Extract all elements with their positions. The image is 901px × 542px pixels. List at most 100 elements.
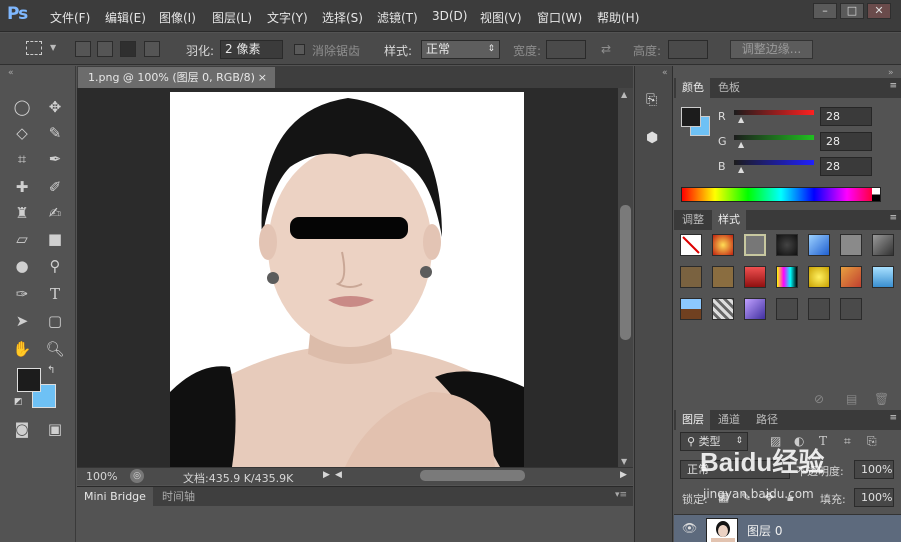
- add-to-selection-icon[interactable]: [97, 41, 113, 57]
- menu-select[interactable]: 选择(S): [322, 9, 363, 26]
- style-swatch[interactable]: [776, 234, 798, 256]
- red-slider-handle[interactable]: ▲: [738, 115, 744, 124]
- scroll-up-icon[interactable]: ▲: [621, 90, 627, 99]
- brush-icon[interactable]: ✐: [42, 176, 68, 198]
- clone-stamp-icon[interactable]: ♜: [9, 202, 35, 224]
- menu-type[interactable]: 文字(Y): [267, 9, 308, 26]
- tab-channels[interactable]: 通道: [712, 410, 746, 430]
- opacity-input[interactable]: 100%: [854, 460, 894, 479]
- minimize-button[interactable]: –: [813, 3, 837, 19]
- filter-type-icon[interactable]: T: [819, 434, 827, 448]
- layer-name[interactable]: 图层 0: [747, 522, 782, 539]
- menu-filter[interactable]: 滤镜(T): [377, 9, 418, 26]
- style-swatch[interactable]: [808, 234, 830, 256]
- default-colors-icon[interactable]: ◩: [14, 397, 23, 407]
- red-slider[interactable]: [734, 110, 814, 115]
- style-swatch[interactable]: [808, 298, 830, 320]
- color-panel-foreground-swatch[interactable]: [681, 107, 701, 127]
- collapse-icon[interactable]: «: [662, 68, 668, 78]
- style-swatch[interactable]: [680, 266, 702, 288]
- swap-icon[interactable]: ⇄: [601, 42, 611, 56]
- 3d-panel-icon[interactable]: ⬢: [646, 130, 664, 148]
- style-swatch[interactable]: [776, 298, 798, 320]
- lasso-icon[interactable]: ◇: [9, 122, 35, 144]
- menu-help[interactable]: 帮助(H): [597, 9, 639, 26]
- tab-swatches[interactable]: 色板: [712, 78, 746, 98]
- lock-transparent-icon[interactable]: ▦: [718, 490, 729, 504]
- layer-row[interactable]: 👁︎ 图层 0: [674, 514, 901, 542]
- feather-input[interactable]: 2 像素: [220, 40, 283, 59]
- elliptical-marquee-icon[interactable]: ◯: [9, 96, 35, 118]
- hand-icon[interactable]: ✋: [9, 338, 35, 360]
- style-swatch[interactable]: [808, 266, 830, 288]
- tab-adjustments[interactable]: 调整: [676, 210, 710, 230]
- style-swatch[interactable]: [776, 266, 798, 288]
- color-spectrum-ramp[interactable]: [681, 187, 881, 202]
- blue-value-input[interactable]: 28: [820, 157, 872, 176]
- rectangle-shape-icon[interactable]: ▢: [42, 310, 68, 332]
- collapse-icon[interactable]: «: [8, 68, 14, 78]
- black-white-ramp[interactable]: [872, 188, 880, 201]
- filter-adjustment-icon[interactable]: ◐: [794, 434, 804, 448]
- healing-brush-icon[interactable]: ✚: [9, 176, 35, 198]
- menu-view[interactable]: 视图(V): [480, 9, 522, 26]
- panel-menu-icon[interactable]: ≡: [889, 81, 897, 91]
- history-brush-icon[interactable]: ✍: [42, 202, 68, 224]
- blur-icon[interactable]: ●: [9, 255, 35, 277]
- style-select[interactable]: 正常 ⇕: [421, 40, 500, 59]
- maximize-button[interactable]: □: [840, 3, 864, 19]
- status-options-icon[interactable]: ◎: [130, 469, 144, 483]
- lock-image-icon[interactable]: ✎: [741, 490, 751, 504]
- blend-mode-select[interactable]: 正常: [680, 460, 790, 479]
- lock-all-icon[interactable]: 🔒︎: [787, 490, 793, 505]
- style-swatch[interactable]: [840, 234, 862, 256]
- visibility-eye-icon[interactable]: 👁︎: [682, 521, 697, 535]
- blue-slider[interactable]: [734, 160, 814, 165]
- height-input[interactable]: [668, 40, 708, 59]
- style-swatch[interactable]: [712, 298, 734, 320]
- canvas-area[interactable]: [77, 88, 618, 467]
- style-none[interactable]: [680, 234, 702, 256]
- zoom-icon[interactable]: 🔍︎: [42, 338, 68, 360]
- menu-file[interactable]: 文件(F): [50, 9, 90, 26]
- horizontal-scrollbar-thumb[interactable]: [420, 470, 525, 481]
- scroll-down-icon[interactable]: ▼: [621, 457, 627, 466]
- style-swatch[interactable]: [712, 266, 734, 288]
- expand-icon[interactable]: »: [888, 68, 894, 78]
- tab-mini-bridge[interactable]: Mini Bridge: [77, 487, 153, 506]
- history-panel-icon[interactable]: ⎘: [646, 92, 664, 110]
- swap-colors-icon[interactable]: ↰: [47, 365, 55, 376]
- subtract-from-selection-icon[interactable]: [120, 41, 136, 57]
- panel-menu-icon[interactable]: ▾≡: [615, 490, 627, 500]
- quick-mask-icon[interactable]: ◙: [9, 418, 35, 440]
- fill-input[interactable]: 100%: [854, 488, 894, 507]
- zoom-level[interactable]: 100%: [86, 470, 117, 483]
- crop-icon[interactable]: ⌗: [9, 148, 35, 170]
- menu-window[interactable]: 窗口(W): [537, 9, 582, 26]
- style-swatch[interactable]: [744, 298, 766, 320]
- antialias-checkbox[interactable]: [294, 44, 305, 55]
- filter-pixel-icon[interactable]: ▨: [770, 434, 781, 448]
- style-swatch-selected[interactable]: [744, 234, 766, 256]
- style-swatch[interactable]: [680, 298, 702, 320]
- scroll-left-icon[interactable]: ◀: [335, 470, 342, 480]
- style-swatch[interactable]: [840, 298, 862, 320]
- layer-filter-select[interactable]: ⚲ 类型 ⇕: [680, 432, 748, 451]
- width-input[interactable]: [546, 40, 586, 59]
- path-selection-icon[interactable]: ➤: [9, 310, 35, 332]
- gradient-icon[interactable]: ■: [42, 228, 68, 250]
- foreground-color-swatch[interactable]: [17, 368, 41, 392]
- marquee-tool-preset-icon[interactable]: [26, 41, 42, 55]
- tab-paths[interactable]: 路径: [750, 410, 784, 430]
- tab-timeline[interactable]: 时间轴: [155, 487, 202, 506]
- style-swatch[interactable]: [872, 234, 894, 256]
- menu-image[interactable]: 图像(I): [159, 9, 196, 26]
- quick-selection-icon[interactable]: ✎: [42, 122, 68, 144]
- clear-style-icon[interactable]: ⊘: [814, 392, 824, 406]
- green-slider[interactable]: [734, 135, 814, 140]
- blue-slider-handle[interactable]: ▲: [738, 165, 744, 174]
- intersect-selection-icon[interactable]: [144, 41, 160, 57]
- refine-edge-button[interactable]: 调整边缘...: [730, 40, 813, 59]
- move-tool-icon[interactable]: ✥: [42, 96, 68, 118]
- lock-position-icon[interactable]: ✥: [764, 490, 774, 504]
